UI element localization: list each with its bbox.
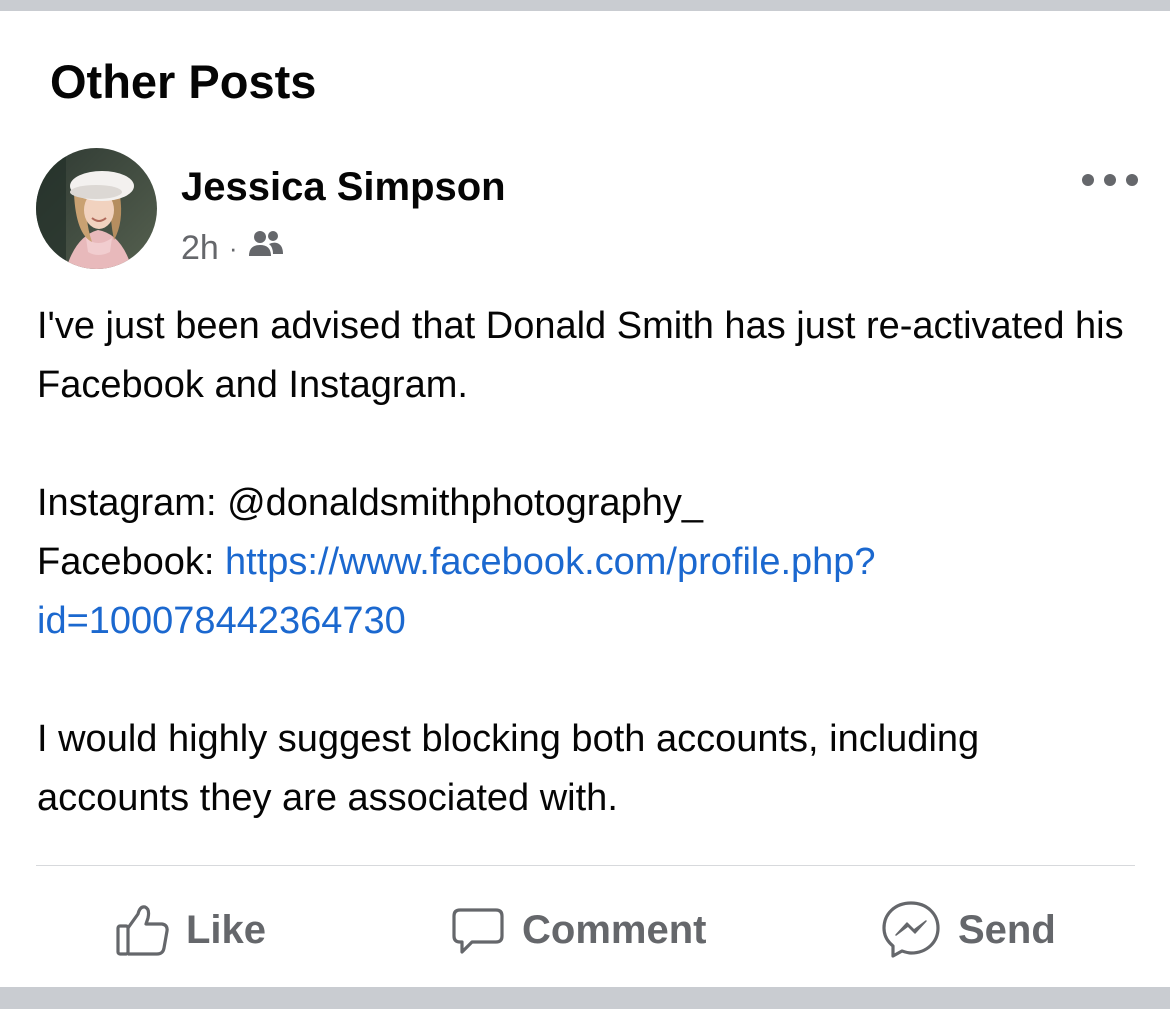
comment-icon [450,902,506,958]
top-separator [0,0,1170,11]
instagram-label: Instagram: [37,482,228,524]
facebook-label: Facebook: [37,541,225,583]
instagram-line: Instagram: @donaldsmithphotography_ [37,474,1137,533]
friends-icon[interactable] [248,229,284,268]
thumbs-up-icon [114,902,170,958]
more-dot [1104,174,1116,186]
post-paragraph-3: I would highly suggest blocking both acc… [37,718,980,819]
more-options-icon[interactable] [1082,165,1138,195]
like-button[interactable]: Like [114,893,266,967]
facebook-line: Facebook: https://www.facebook.com/profi… [37,533,1137,651]
messenger-icon [880,899,942,961]
bottom-separator [0,987,1170,1009]
more-dot [1082,174,1094,186]
meta-separator: · [228,232,238,263]
avatar-photo [36,148,157,269]
author-name[interactable]: Jessica Simpson [181,165,506,210]
comment-label: Comment [522,907,707,952]
actions-divider [36,865,1135,866]
post-timestamp[interactable]: 2h [181,229,219,268]
post-meta: 2h · [181,228,284,268]
instagram-handle: @donaldsmithphotography_ [227,482,703,524]
avatar[interactable] [36,148,157,269]
more-dot [1126,174,1138,186]
comment-button[interactable]: Comment [450,893,706,967]
send-button[interactable]: Send [880,893,1056,967]
section-title: Other Posts [50,55,317,108]
like-label: Like [186,907,267,952]
post-paragraph-1: I've just been advised that Donald Smith… [37,305,1124,406]
post-body: I've just been advised that Donald Smith… [37,297,1137,828]
send-label: Send [958,907,1056,952]
